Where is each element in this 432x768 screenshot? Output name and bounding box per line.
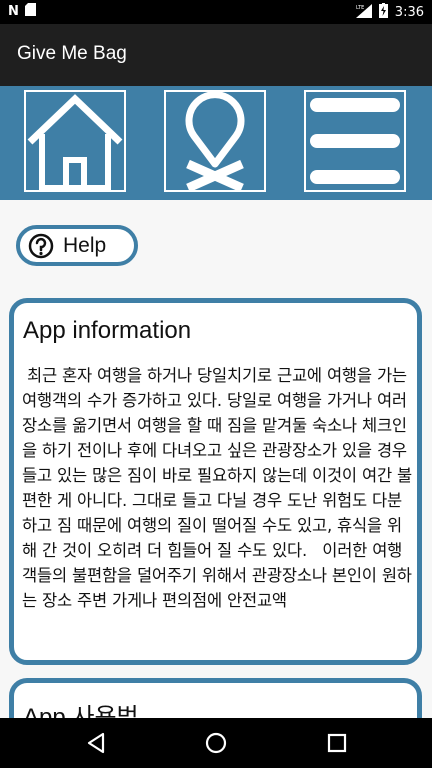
lte-signal-icon: LTE <box>355 3 372 22</box>
location-button[interactable] <box>164 90 266 193</box>
back-icon <box>87 732 105 754</box>
location-pin-icon <box>185 91 245 193</box>
svg-text:LTE: LTE <box>356 5 364 11</box>
home-button[interactable] <box>24 90 126 192</box>
status-bar: N LTE 3:36 <box>0 0 432 24</box>
card-title: App 사용법 <box>23 704 139 718</box>
app-title: Give Me Bag <box>17 43 127 64</box>
recents-button[interactable] <box>324 730 350 756</box>
menu-button[interactable] <box>304 90 406 192</box>
menu-icon <box>310 98 400 184</box>
clock: 3:36 <box>394 5 424 20</box>
help-button[interactable]: Help <box>16 225 138 266</box>
help-label: Help <box>63 233 107 257</box>
question-icon <box>28 233 54 258</box>
app-info-card: App information 최근 혼자 여행을 하거나 당일치기로 근교에 … <box>9 298 422 665</box>
back-button[interactable] <box>83 730 109 756</box>
n-notification-icon: N <box>8 3 19 19</box>
sd-card-icon <box>24 3 36 19</box>
navigation-bar <box>0 718 432 768</box>
icon-toolbar <box>0 86 432 200</box>
content-area: Help App information 최근 혼자 여행을 하거나 당일치기로… <box>0 200 432 718</box>
app-bar: Give Me Bag <box>0 24 432 86</box>
app-usage-card: App 사용법 <box>9 678 422 718</box>
card-body[interactable]: 최근 혼자 여행을 하거나 당일치기로 근교에 여행을 가는 여행객의 수가 증… <box>22 363 414 613</box>
home-icon <box>27 94 123 191</box>
home-nav-button[interactable] <box>203 730 229 756</box>
card-title: App information <box>23 317 192 344</box>
home-circle-icon <box>205 732 227 754</box>
battery-charging-icon <box>378 3 388 22</box>
recents-icon <box>327 733 347 753</box>
